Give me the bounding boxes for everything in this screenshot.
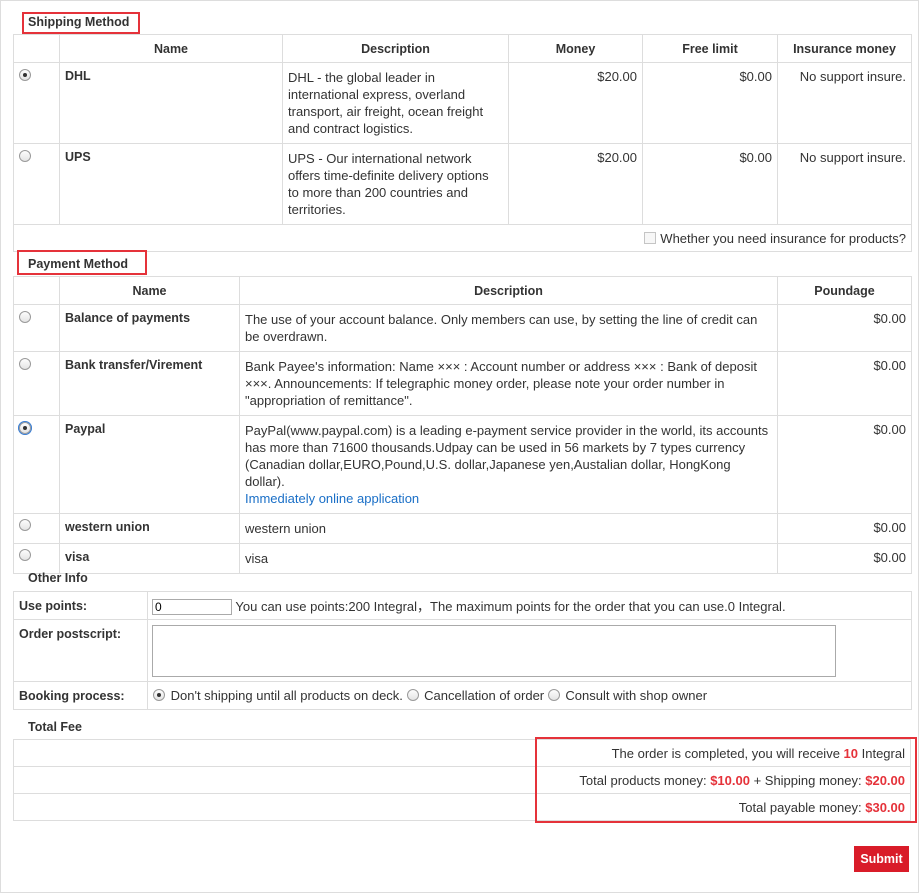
payment-radio-paypal[interactable] [18, 421, 32, 435]
booking-radio-wait[interactable] [153, 689, 165, 701]
shipping-row-ups: UPS UPS - Our international network offe… [13, 143, 912, 225]
payment-row-balance: Balance of payments The use of your acco… [13, 304, 912, 352]
payment-radio-balance[interactable] [19, 311, 31, 323]
postscript-label: Order postscript: [13, 619, 148, 682]
shipping-method-title: Shipping Method [28, 15, 130, 29]
shipping-insurance: No support insure. [777, 62, 912, 144]
insurance-row: Whether you need insurance for products? [13, 224, 912, 252]
booking-option-cancel: Cancellation of order [424, 688, 545, 703]
shipping-money-header: Money [508, 34, 643, 63]
payment-description-header: Description [239, 276, 778, 305]
booking-row: Booking process: Don't shipping until al… [13, 681, 912, 710]
shipping-radio-ups[interactable] [19, 150, 31, 162]
use-points-label: Use points: [13, 591, 148, 620]
payment-name-header: Name [59, 276, 240, 305]
total-fee-title: Total Fee [28, 720, 82, 734]
shipping-name: DHL [59, 62, 283, 144]
insurance-checkbox-label: Whether you need insurance for products? [660, 230, 906, 246]
payment-description: western union [239, 513, 778, 544]
payment-row-visa: visa visa $0.00 [13, 543, 912, 574]
shipping-name: UPS [59, 143, 283, 225]
shipping-description: DHL - the global leader in international… [282, 62, 509, 144]
shipping-description-header: Description [282, 34, 509, 63]
payment-method-title: Payment Method [28, 257, 129, 271]
payment-name: visa [59, 543, 240, 574]
payment-description: visa [239, 543, 778, 574]
other-info-table: Use points: You can use points:200 Integ… [13, 591, 912, 710]
booking-radio-cancel[interactable] [406, 689, 419, 701]
payment-name: Balance of payments [59, 304, 240, 352]
payment-radio-visa[interactable] [19, 549, 31, 561]
payment-name: western union [59, 513, 240, 544]
shipping-insurance-header: Insurance money [777, 34, 912, 63]
payment-poundage: $0.00 [777, 513, 912, 544]
payment-description: The use of your account balance. Only me… [239, 304, 778, 352]
booking-label: Booking process: [13, 681, 148, 710]
postscript-row: Order postscript: [13, 619, 912, 682]
shipping-free-limit: $0.00 [642, 143, 778, 225]
other-info-title: Other Info [28, 571, 88, 585]
payment-header-row: Name Description Poundage [13, 276, 912, 305]
payment-name: Bank transfer/Virement [59, 351, 240, 416]
paypal-apply-link[interactable]: Immediately online application [245, 491, 419, 506]
payment-poundage-header: Poundage [777, 276, 912, 305]
payment-description: PayPal(www.paypal.com) is a leading e-pa… [245, 423, 769, 489]
shipping-name-header: Name [59, 34, 283, 63]
use-points-row: Use points: You can use points:200 Integ… [13, 591, 912, 620]
payment-description: Bank Payee's information: Name ××× : Acc… [239, 351, 778, 416]
shipping-radio-dhl[interactable] [19, 69, 31, 81]
points-input[interactable] [152, 599, 232, 616]
payment-radio-western-union[interactable] [19, 519, 31, 531]
payment-row-bank-transfer: Bank transfer/Virement Bank Payee's info… [13, 351, 912, 416]
shipping-free-limit-header: Free limit [642, 34, 778, 63]
shipping-header-row: Name Description Money Free limit Insura… [13, 34, 912, 63]
payment-poundage: $0.00 [777, 543, 912, 574]
postscript-textarea[interactable] [152, 624, 836, 677]
submit-button[interactable]: Submit [854, 846, 909, 872]
payment-row-western-union: western union western union $0.00 [13, 513, 912, 544]
booking-option-wait: Don't shipping until all products on dec… [170, 688, 403, 703]
shipping-row-dhl: DHL DHL - the global leader in internati… [13, 62, 912, 144]
points-note: You can use points:200 Integral，The maxi… [235, 598, 786, 614]
payment-radio-bank-transfer[interactable] [19, 358, 31, 370]
payment-poundage: $0.00 [777, 304, 912, 352]
payment-poundage: $0.00 [777, 415, 912, 514]
shipping-money: $20.00 [508, 143, 643, 225]
payment-name: Paypal [59, 415, 240, 514]
booking-option-consult: Consult with shop owner [565, 688, 708, 703]
payment-poundage: $0.00 [777, 351, 912, 416]
insurance-checkbox[interactable] [644, 231, 657, 244]
shipping-table: Name Description Money Free limit Insura… [13, 34, 912, 252]
payment-row-paypal: Paypal PayPal(www.paypal.com) is a leadi… [13, 415, 912, 514]
booking-radio-consult[interactable] [547, 689, 560, 701]
shipping-description: UPS - Our international network offers t… [282, 143, 509, 225]
payment-table: Name Description Poundage Balance of pay… [13, 276, 912, 574]
shipping-money: $20.00 [508, 62, 643, 144]
shipping-free-limit: $0.00 [642, 62, 778, 144]
total-fee-highlight [535, 737, 917, 823]
shipping-insurance: No support insure. [777, 143, 912, 225]
